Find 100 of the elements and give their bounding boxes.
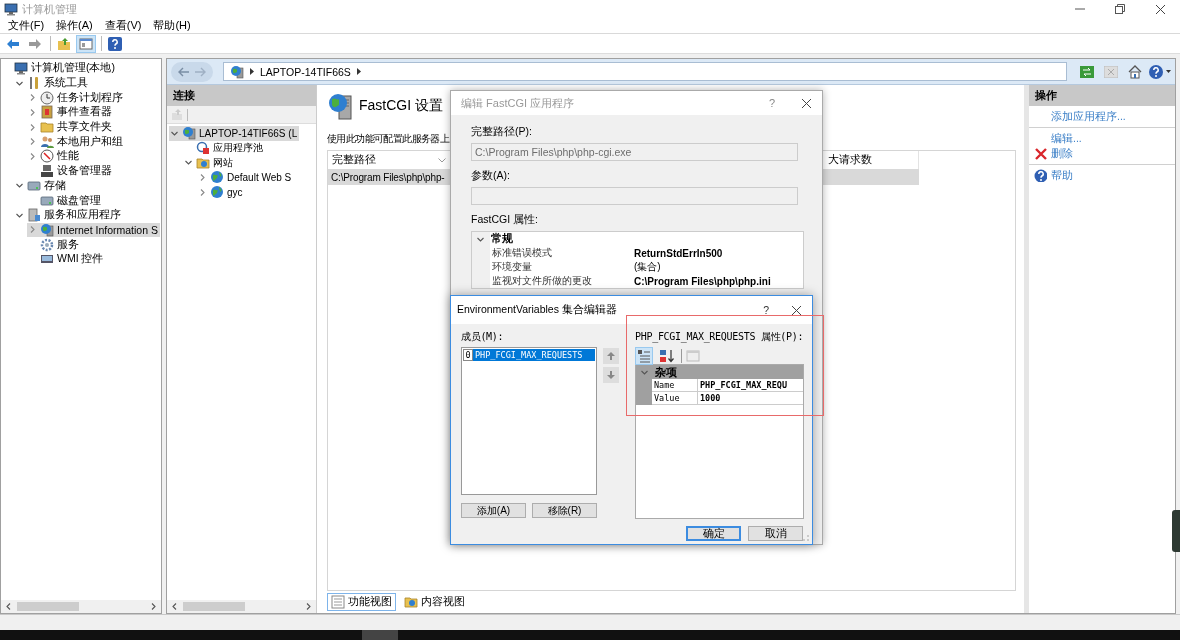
property-value[interactable]: C:\Program Files\php\php.ini: [632, 275, 803, 287]
stop-icon[interactable]: [1104, 65, 1118, 78]
tree-item[interactable]: 磁盘管理: [27, 193, 103, 208]
action-link[interactable]: 编辑...: [1029, 131, 1082, 146]
tree-item[interactable]: 网站: [183, 155, 235, 171]
tree-item[interactable]: 应用程序池: [183, 140, 265, 156]
property-name: 监视对文件所做的更改: [491, 274, 593, 288]
server-globe-icon: [327, 92, 353, 120]
tree-item[interactable]: 本地用户和组: [27, 134, 125, 150]
tree-item[interactable]: 系统工具: [14, 75, 90, 91]
property-name: 标准错误模式: [491, 246, 553, 260]
tree-item[interactable]: 设备管理器: [27, 163, 114, 179]
delete-icon: [1033, 147, 1047, 160]
globe-icon: [210, 170, 224, 185]
field-label: FastCGI 属性:: [471, 213, 539, 226]
folder-icon: [40, 120, 54, 135]
dialog-button[interactable]: 移除(R): [532, 503, 597, 518]
action-link[interactable]: 帮助: [1029, 168, 1073, 183]
app-icon: [4, 2, 18, 16]
dialog-title: 编辑 FastCGI 应用程序: [461, 95, 575, 111]
menu-item[interactable]: 帮助(H): [149, 18, 195, 33]
tree-item[interactable]: 服务和应用程序: [14, 207, 123, 223]
scroll-right-icon[interactable]: [149, 602, 158, 611]
gauge-icon: [40, 149, 54, 164]
tree-item[interactable]: Internet Information S: [27, 222, 160, 238]
property-value[interactable]: (集合): [632, 260, 803, 274]
list-item[interactable]: 0 PHP_FCGI_MAX_REQUESTS: [463, 349, 595, 361]
panel-title: 操作: [1029, 85, 1175, 106]
property-value[interactable]: 1000: [698, 392, 803, 405]
dialog-title: EnvironmentVariables 集合编辑器: [457, 303, 617, 317]
action-link[interactable]: 删除: [1029, 146, 1073, 161]
scroll-left-icon[interactable]: [4, 602, 13, 611]
breadcrumb-item[interactable]: LAPTOP-14TIF66S: [260, 65, 351, 78]
scroll-right-icon[interactable]: [304, 602, 313, 611]
drive-icon: [40, 193, 54, 208]
menu-item[interactable]: 操作(A): [52, 18, 97, 33]
refresh-icon[interactable]: [1080, 65, 1094, 78]
sort-caret-icon: [438, 157, 446, 163]
help-menu-button[interactable]: [1149, 64, 1171, 79]
server-globe-icon: [230, 64, 244, 79]
horizontal-scrollbar[interactable]: [1, 600, 161, 613]
back-button[interactable]: [178, 66, 189, 77]
help-button[interactable]: ?: [763, 304, 769, 316]
tree-item[interactable]: gyc: [197, 184, 245, 200]
menu-item[interactable]: 文件(F): [4, 18, 49, 33]
property-name: 环境变量: [491, 260, 533, 274]
action-link[interactable]: 添加应用程序...: [1029, 109, 1126, 124]
view-tab[interactable]: 内容视图: [400, 593, 469, 611]
category-label: 常规: [491, 232, 513, 246]
scroll-thumb[interactable]: [183, 602, 245, 611]
dialog-button[interactable]: 取消: [748, 526, 803, 541]
help-icon: [1033, 169, 1047, 182]
globe-icon: [210, 185, 224, 200]
scroll-left-icon[interactable]: [170, 602, 179, 611]
help-button[interactable]: ?: [768, 97, 775, 109]
tree-item[interactable]: 计算机管理(本地): [1, 61, 117, 76]
scroll-thumb[interactable]: [17, 602, 79, 611]
help-icon[interactable]: [1149, 64, 1163, 79]
tree-item[interactable]: 服务: [27, 237, 81, 252]
tools-icon: [27, 76, 41, 91]
close-icon[interactable]: [801, 97, 812, 109]
property-value[interactable]: PHP_FCGI_MAX_REQU: [698, 379, 803, 392]
users-icon: [40, 134, 54, 149]
page-title: FastCGI 设置: [359, 97, 443, 115]
field-label: PHP_FCGI_MAX_REQUESTS 属性(P):: [635, 330, 804, 343]
panel-title: 连接: [167, 85, 316, 106]
tree-item[interactable]: 性能: [27, 149, 81, 164]
tree-item[interactable]: 共享文件夹: [27, 119, 114, 135]
field-label: 成员(M):: [461, 330, 505, 343]
dialog-button[interactable]: 确定: [686, 526, 741, 541]
tree-item[interactable]: WMI 控件: [27, 251, 106, 267]
move-down-button[interactable]: [603, 367, 619, 383]
dropdown-caret-icon[interactable]: [1166, 70, 1171, 73]
server-globe-icon: [182, 126, 196, 141]
property-name: Value: [652, 392, 698, 405]
property-name: Name: [652, 379, 698, 392]
move-up-button[interactable]: [603, 348, 619, 364]
down-arrow-icon[interactable]: [607, 371, 615, 379]
server-globe-icon: [40, 222, 54, 237]
close-icon[interactable]: [1155, 4, 1165, 14]
window-title: 计算机管理: [22, 1, 77, 17]
tree-item[interactable]: 任务计划程序: [27, 90, 125, 106]
up-arrow-icon[interactable]: [607, 352, 615, 360]
tree-item[interactable]: 存储: [14, 178, 68, 194]
tree-item[interactable]: 事件查看器: [27, 105, 114, 120]
tree-item[interactable]: Default Web S: [197, 170, 294, 185]
server-icon: [27, 208, 41, 223]
property-value[interactable]: ReturnStdErrIn500: [632, 247, 803, 259]
cycle-icon: [196, 141, 210, 156]
close-icon[interactable]: [791, 304, 802, 316]
tree-item[interactable]: LAPTOP-14TIF66S (L: [169, 126, 300, 141]
menu-item[interactable]: 查看(V): [100, 18, 146, 33]
dialog-button[interactable]: 添加(A): [461, 503, 526, 518]
restore-icon[interactable]: [1115, 4, 1125, 14]
home-icon[interactable]: [1128, 64, 1142, 79]
resize-grip-icon[interactable]: [802, 534, 810, 542]
address-bar[interactable]: LAPTOP-14TIF66S: [223, 62, 1067, 81]
feature-view-icon: [331, 595, 345, 609]
view-tab[interactable]: 功能视图: [327, 593, 396, 611]
horizontal-scrollbar[interactable]: [167, 600, 316, 613]
